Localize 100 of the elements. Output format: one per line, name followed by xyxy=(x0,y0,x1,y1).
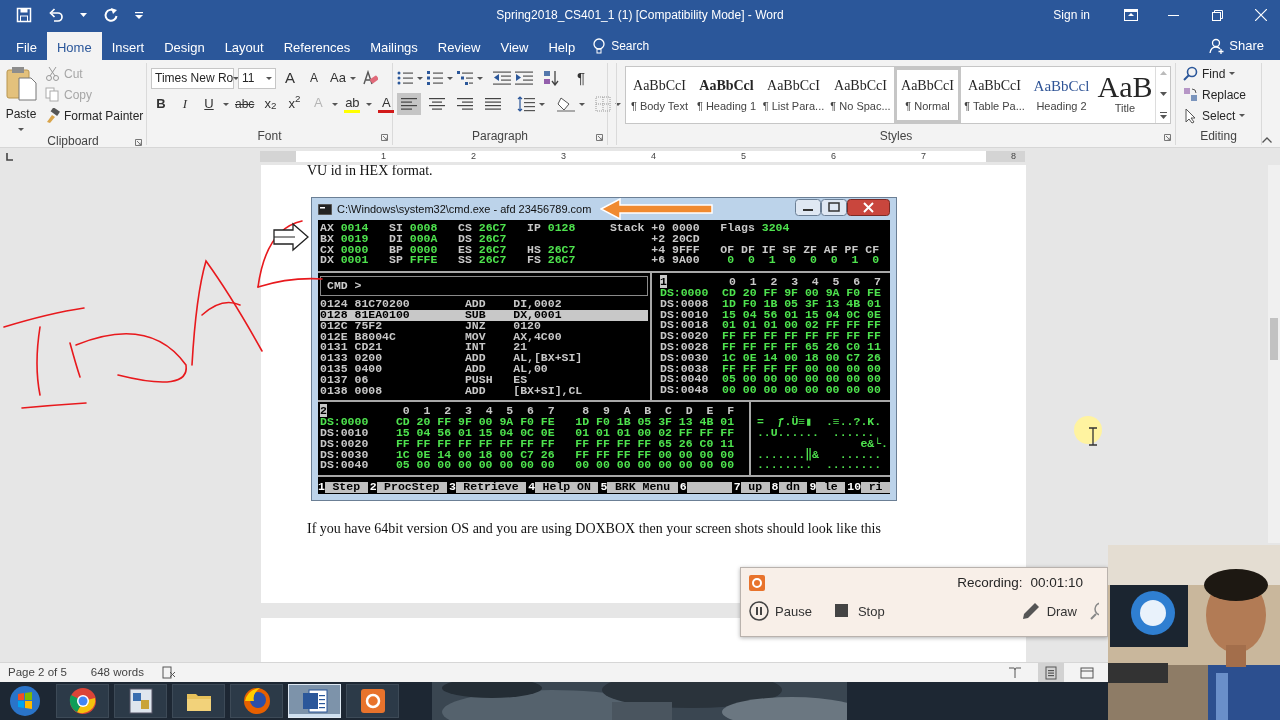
collapse-ribbon-icon[interactable] xyxy=(1262,137,1272,143)
caret-icon[interactable] xyxy=(447,75,453,81)
taskbar-button[interactable] xyxy=(230,684,283,718)
start-button[interactable] xyxy=(8,684,42,718)
group-label: Font xyxy=(257,128,282,145)
taskbar-button[interactable] xyxy=(346,684,399,718)
recorder-draw-button[interactable]: Draw xyxy=(1020,601,1077,622)
caret-icon[interactable] xyxy=(579,101,585,107)
expand-gallery-icon[interactable] xyxy=(1159,112,1167,119)
dialog-launcher-icon[interactable] xyxy=(596,134,603,141)
caret-icon[interactable] xyxy=(223,101,229,107)
ribbon-tab[interactable]: Review xyxy=(427,32,491,60)
shading-icon[interactable] xyxy=(557,96,575,112)
caret-icon[interactable] xyxy=(18,127,24,132)
increase-indent-icon[interactable] xyxy=(515,71,533,85)
customize-icon[interactable] xyxy=(135,10,143,20)
dialog-launcher-icon[interactable] xyxy=(381,134,388,141)
memory-dump-row-text: DS:0030 1C 0E 14 00 18 00 C7 26 FF FF FF FF 00 00 00 00 xyxy=(320,449,736,461)
align-center-icon xyxy=(429,98,445,110)
style-item[interactable]: AaB Title xyxy=(1095,67,1155,123)
font-color-button[interactable]: A xyxy=(376,93,397,115)
ribbon-tab[interactable]: References xyxy=(273,32,361,60)
multilevel-list-icon[interactable] xyxy=(457,71,473,85)
style-item[interactable]: AaBbCcI ¶ List Para... xyxy=(760,67,827,123)
zoom-icon[interactable] xyxy=(1089,601,1099,622)
caret-icon[interactable] xyxy=(80,12,87,18)
web-view-icon xyxy=(1080,665,1094,680)
taskbar-button[interactable] xyxy=(172,684,225,718)
caret-icon[interactable] xyxy=(417,75,423,81)
style-item[interactable]: AaBbCcI ¶ No Spac... xyxy=(827,67,894,123)
paste-button[interactable]: Paste xyxy=(4,63,38,132)
ribbon-display-icon[interactable] xyxy=(1124,9,1138,21)
proofing-icon[interactable] xyxy=(161,666,176,679)
editing-command[interactable]: Replace xyxy=(1180,84,1250,105)
caret-icon[interactable] xyxy=(366,101,373,107)
strikethrough-button[interactable]: abc xyxy=(233,93,257,115)
column-header: 1 0 1 2 3 4 5 6 7 xyxy=(660,277,882,288)
italic-button[interactable]: I xyxy=(175,93,195,115)
superscript-button[interactable]: x$^{2}$ xyxy=(284,93,305,115)
undo-icon[interactable] xyxy=(48,7,64,23)
group-label: Clipboard xyxy=(47,133,99,150)
grow-font-button[interactable]: A xyxy=(280,67,300,89)
subscript-button[interactable]: x$_{2}$ xyxy=(260,93,281,115)
taskbar-button[interactable] xyxy=(56,684,109,718)
font-size-field[interactable]: 11 xyxy=(238,67,276,89)
share-button[interactable]: Share xyxy=(1209,32,1264,60)
change-case-button[interactable]: Aa xyxy=(328,67,358,89)
caret-icon[interactable] xyxy=(539,101,545,107)
ribbon-tab[interactable]: View xyxy=(490,32,539,60)
style-item[interactable]: AaBbCcI ¶ Body Text xyxy=(626,67,693,123)
bullet-list-icon[interactable] xyxy=(397,71,413,85)
search-field[interactable]: Search xyxy=(609,36,670,56)
underline-button[interactable]: U xyxy=(199,93,219,115)
ribbon-tab[interactable]: Mailings xyxy=(360,32,428,60)
editing-command[interactable]: Select xyxy=(1180,105,1250,126)
caret-icon[interactable] xyxy=(477,75,483,81)
sign-in-link[interactable]: Sign in xyxy=(1053,6,1090,24)
ribbon-tab[interactable]: Help xyxy=(538,32,586,60)
scrollbar[interactable] xyxy=(1268,165,1280,543)
recording-time: 00:01:10 xyxy=(1030,574,1083,592)
caret-icon[interactable] xyxy=(332,101,339,107)
dialog-launcher-icon[interactable] xyxy=(1164,134,1171,141)
ribbon-tab[interactable]: Home xyxy=(46,32,102,60)
restore-icon[interactable] xyxy=(1212,9,1223,21)
show-formatting-marks-button[interactable]: ¶ xyxy=(571,67,591,89)
close-icon[interactable] xyxy=(1255,9,1267,21)
sort-icon[interactable] xyxy=(543,70,559,86)
clipboard-command[interactable]: Format Painter xyxy=(42,105,147,126)
style-item[interactable]: AaBbCcl ¶ Heading 1 xyxy=(693,67,760,123)
print-view-button[interactable] xyxy=(1038,662,1064,683)
taskbar-button[interactable] xyxy=(114,684,167,718)
editing-command[interactable]: Find xyxy=(1180,63,1250,84)
save-icon[interactable] xyxy=(16,7,32,23)
style-item[interactable]: AaBbCcI ¶ Table Pa... xyxy=(961,67,1028,123)
ribbon-tab[interactable]: Layout xyxy=(214,32,274,60)
shrink-font-button[interactable]: A xyxy=(304,67,324,89)
line-spacing-icon[interactable] xyxy=(517,96,535,112)
align-left-button[interactable] xyxy=(397,93,421,115)
ribbon-tab[interactable]: Insert xyxy=(101,32,155,60)
numbered-list-icon[interactable] xyxy=(427,71,443,85)
highlight-button[interactable]: ab xyxy=(342,93,363,115)
recorder-stop-button[interactable]: Stop xyxy=(831,601,885,622)
person-add-icon xyxy=(1209,38,1226,54)
clear-formatting-icon[interactable] xyxy=(361,70,378,86)
recorder-pause-button[interactable]: Pause xyxy=(749,601,812,622)
ribbon-tab[interactable]: Design xyxy=(154,32,215,60)
tab-selector-icon[interactable] xyxy=(5,152,14,161)
paintbrush-icon xyxy=(45,107,60,124)
group-label: Paragraph xyxy=(471,128,528,145)
disassembly-line: 0124 81C70200 ADD DI,0002 xyxy=(320,299,563,310)
decrease-indent-icon[interactable] xyxy=(493,71,511,85)
arrow-icon xyxy=(273,222,309,252)
bold-button[interactable]: B xyxy=(151,93,171,115)
redo-icon[interactable] xyxy=(103,7,119,23)
style-item[interactable]: AaBbCcl Heading 2 xyxy=(1028,67,1095,123)
style-item[interactable]: AaBbCcI ¶ Normal xyxy=(894,67,961,123)
ribbon-tab[interactable]: File xyxy=(6,32,47,60)
dialog-launcher-icon[interactable] xyxy=(135,139,142,146)
caret-icon[interactable] xyxy=(615,101,621,107)
scroll-down-icon[interactable] xyxy=(1159,91,1167,97)
